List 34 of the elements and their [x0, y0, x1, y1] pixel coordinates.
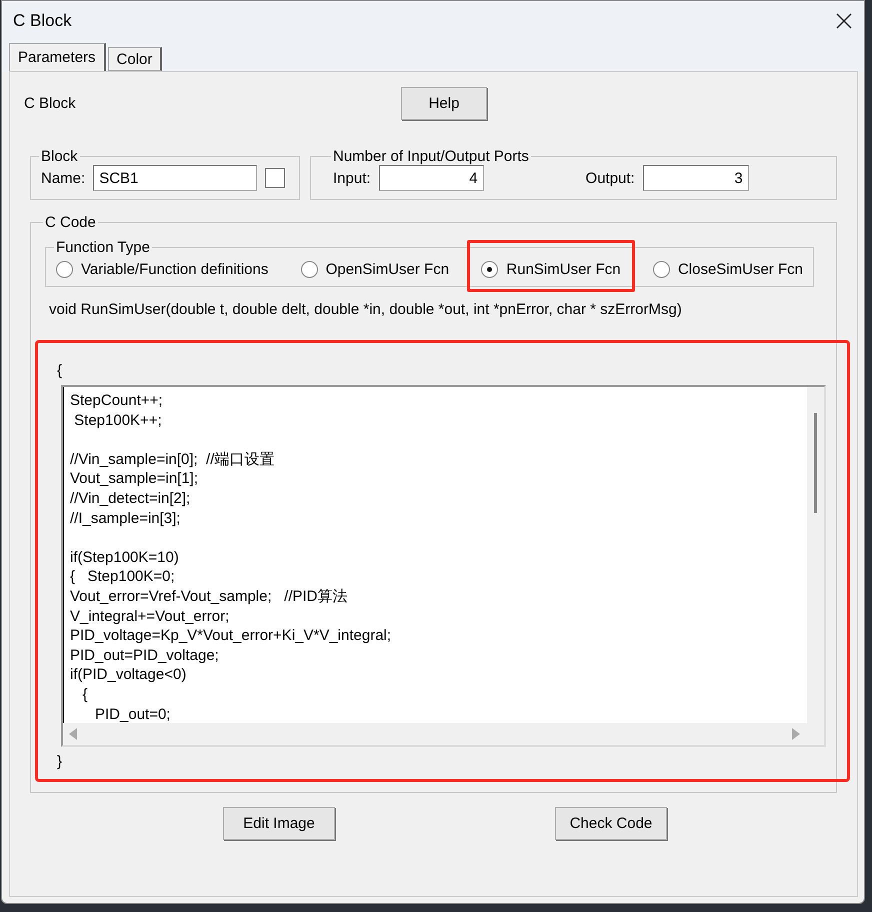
open-brace: { [57, 362, 64, 379]
right-arrow-icon[interactable] [790, 728, 800, 740]
radio-label: OpenSimUser Fcn [326, 260, 450, 278]
radio-button[interactable] [300, 260, 318, 278]
radio-button[interactable] [56, 260, 73, 278]
output-count-field[interactable]: 3 [642, 165, 749, 191]
radio-label: Variable/Function definitions [81, 260, 268, 278]
close-icon[interactable] [836, 13, 852, 29]
name-field[interactable]: SCB1 [93, 165, 258, 191]
radio-label: CloseSimUser Fcn [678, 260, 803, 278]
input-label: Input: [333, 170, 371, 186]
group-title: Block [40, 148, 79, 165]
tab[interactable]: Color [108, 47, 162, 71]
dialog-button[interactable]: Check Code [555, 807, 667, 840]
close-brace: } [57, 753, 64, 770]
radio-label: RunSimUser Fcn [506, 260, 621, 278]
output-label: Output: [586, 170, 635, 186]
group-title: Number of Input/Output Ports [332, 148, 530, 165]
left-arrow-icon[interactable] [69, 728, 79, 740]
horizontal-scrollbar[interactable] [63, 723, 824, 745]
vertical-scrollbar[interactable] [807, 387, 824, 723]
window-title: C Block [13, 11, 72, 31]
dialog-button[interactable]: Edit Image [223, 807, 335, 840]
group-title: Function Type [55, 239, 151, 256]
help-button[interactable]: Help [401, 86, 487, 120]
radio-button[interactable] [652, 260, 670, 278]
function-signature: void RunSimUser(double t, double delt, double *in, double *out, int *pnError, char * szErrorMsg) [49, 301, 683, 318]
input-count-field[interactable]: 4 [378, 165, 484, 191]
tab[interactable]: Parameters [9, 43, 106, 71]
checkbox[interactable] [265, 168, 286, 188]
radio-button[interactable] [481, 260, 498, 278]
group-title: C Code [44, 214, 97, 231]
block-heading: C Block [24, 94, 77, 112]
name-label: Name: [41, 170, 86, 186]
